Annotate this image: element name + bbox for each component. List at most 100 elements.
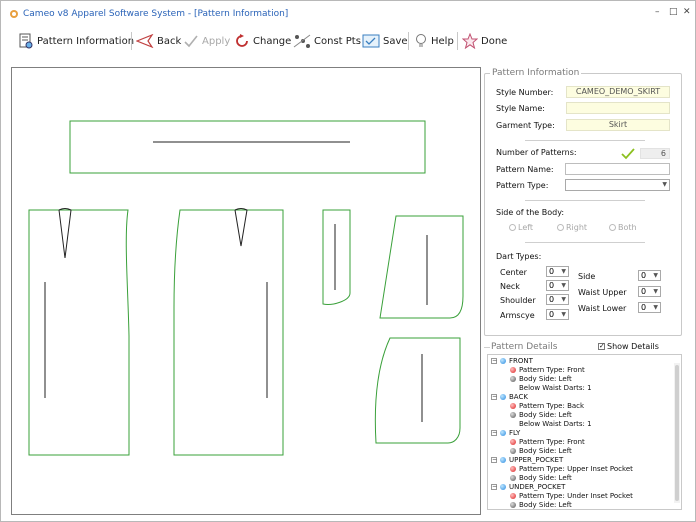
neck-dart-value: 0	[549, 281, 555, 290]
pattern-name-field[interactable]	[565, 163, 670, 175]
construction-points-icon	[293, 34, 311, 48]
pattern-details-tree[interactable]: − FRONT Pattern Type: Front Body Side: Le…	[487, 354, 682, 510]
collapse-icon[interactable]: −	[491, 393, 497, 400]
front-piece	[28, 209, 130, 456]
waist-lower-dart-value: 0	[641, 303, 647, 312]
pattern-type-icon	[510, 465, 516, 472]
neck-dart-select[interactable]: 0 ▼	[546, 280, 569, 291]
help-button[interactable]: Help	[414, 31, 454, 51]
pattern-information-button[interactable]: Pattern Information	[18, 31, 134, 51]
side-dart-value: 0	[641, 271, 647, 280]
chevron-down-icon: ▼	[662, 181, 667, 188]
show-details-checkbox[interactable]: ✓ Show Details	[596, 342, 661, 351]
garment-type-label: Garment Type:	[496, 121, 555, 130]
tree-leaf-label: Body Side: Left	[519, 410, 572, 419]
waist-upper-dart-value: 0	[641, 287, 647, 296]
tree-node-back[interactable]: − BACK	[491, 392, 528, 401]
pattern-canvas[interactable]	[11, 67, 481, 515]
side-right-label: Right	[566, 223, 588, 232]
pattern-node-icon	[500, 357, 506, 364]
side-both-radio[interactable]: Both	[609, 223, 637, 232]
tree-leaf: Below Waist Darts: 1	[519, 383, 592, 392]
pattern-node-icon	[500, 456, 506, 463]
tree-leaf: Pattern Type: Front	[510, 365, 585, 374]
change-label: Change	[253, 35, 292, 47]
waist-lower-dart-select[interactable]: 0 ▼	[638, 302, 661, 313]
pattern-details-title: Pattern Details	[489, 342, 560, 352]
tree-leaf: Body Side: Left	[510, 446, 572, 455]
tree-node-under-pocket[interactable]: − UNDER_POCKET	[491, 482, 565, 491]
waist-upper-dart-select[interactable]: 0 ▼	[638, 286, 661, 297]
tree-leaf: Body Side: Left	[510, 473, 572, 482]
minimize-button[interactable]: –	[655, 7, 660, 17]
save-button[interactable]: Save	[362, 31, 408, 51]
chevron-down-icon: ▼	[653, 304, 658, 311]
chevron-down-icon: ▼	[561, 282, 566, 289]
number-of-patterns-label: Number of Patterns:	[496, 148, 577, 157]
tree-scrollbar[interactable]	[674, 363, 680, 503]
style-number-field[interactable]: CAMEO_DEMO_SKIRT	[566, 86, 670, 98]
tree-node-label: UPPER_POCKET	[509, 455, 564, 464]
neck-dart-label: Neck	[500, 282, 520, 291]
tree-leaf-label: Pattern Type: Front	[519, 365, 585, 374]
tree-node-fly[interactable]: − FLY	[491, 428, 520, 437]
radio-dot	[609, 224, 616, 231]
collapse-icon[interactable]: −	[491, 456, 497, 463]
tree-leaf-label: Body Side: Left	[519, 500, 572, 509]
shoulder-dart-select[interactable]: 0 ▼	[546, 294, 569, 305]
divider	[525, 200, 645, 201]
side-left-radio[interactable]: Left	[509, 223, 533, 232]
collapse-icon[interactable]: −	[491, 357, 497, 364]
pattern-type-label: Pattern Type:	[496, 181, 549, 190]
chevron-down-icon: ▼	[561, 311, 566, 318]
done-button[interactable]: Done	[462, 31, 507, 51]
change-button[interactable]: Change	[234, 31, 291, 51]
const-pts-button[interactable]: Const Pts	[293, 31, 361, 51]
side-dart-select[interactable]: 0 ▼	[638, 270, 661, 281]
collapse-icon[interactable]: −	[491, 429, 497, 436]
pattern-type-icon	[510, 366, 516, 373]
pattern-type-select[interactable]: ▼	[565, 179, 670, 191]
tree-node-front[interactable]: − FRONT	[491, 356, 533, 365]
tree-leaf: Pattern Type: Upper Inset Pocket	[510, 464, 633, 473]
pattern-node-icon	[500, 429, 506, 436]
tree-leaf: Body Side: Left	[510, 410, 572, 419]
waistband-piece	[69, 120, 426, 174]
collapse-icon[interactable]: −	[491, 483, 497, 490]
side-right-radio[interactable]: Right	[557, 223, 587, 232]
toolbar-separator	[408, 32, 409, 50]
upper-pocket-piece	[379, 215, 464, 319]
body-side-icon	[510, 474, 516, 481]
divider	[525, 140, 645, 141]
apply-button[interactable]: Apply	[183, 31, 230, 51]
pattern-node-icon	[500, 483, 506, 490]
divider	[484, 347, 490, 348]
back-label: Back	[157, 35, 182, 47]
tree-leaf: Body Side: Left	[510, 374, 572, 383]
title-bar: Cameo v8 Apparel Software System - [Patt…	[0, 0, 696, 26]
armscye-dart-select[interactable]: 0 ▼	[546, 309, 569, 320]
back-button[interactable]: Back	[136, 31, 181, 51]
back-dart	[234, 208, 248, 247]
show-details-label: Show Details	[607, 342, 659, 351]
body-side-icon	[510, 375, 516, 382]
garment-type-field[interactable]: Skirt	[566, 119, 670, 131]
window-title: Cameo v8 Apparel Software System - [Patt…	[23, 9, 289, 19]
scrollbar-thumb[interactable]	[675, 365, 679, 501]
pattern-name-label: Pattern Name:	[496, 165, 554, 174]
style-name-label: Style Name:	[496, 104, 545, 113]
chevron-down-icon: ▼	[653, 288, 658, 295]
side-of-body-label: Side of the Body:	[496, 208, 565, 217]
tree-leaf-label: Below Waist Darts: 1	[519, 383, 592, 392]
tree-node-upper-pocket[interactable]: − UPPER_POCKET	[491, 455, 563, 464]
center-dart-select[interactable]: 0 ▼	[546, 266, 569, 277]
tree-node-label: FRONT	[509, 356, 533, 365]
confirm-check-icon[interactable]	[620, 147, 636, 161]
radio-dot	[557, 224, 564, 231]
style-name-field[interactable]	[566, 102, 670, 114]
pattern-information-group: Pattern Information Style Number: CAMEO_…	[484, 68, 682, 336]
close-button[interactable]: ✕	[683, 7, 691, 17]
tree-leaf-label: Body Side: Left	[519, 374, 572, 383]
maximize-button[interactable]: □	[669, 7, 678, 17]
number-of-patterns-field[interactable]: 6	[640, 148, 670, 159]
